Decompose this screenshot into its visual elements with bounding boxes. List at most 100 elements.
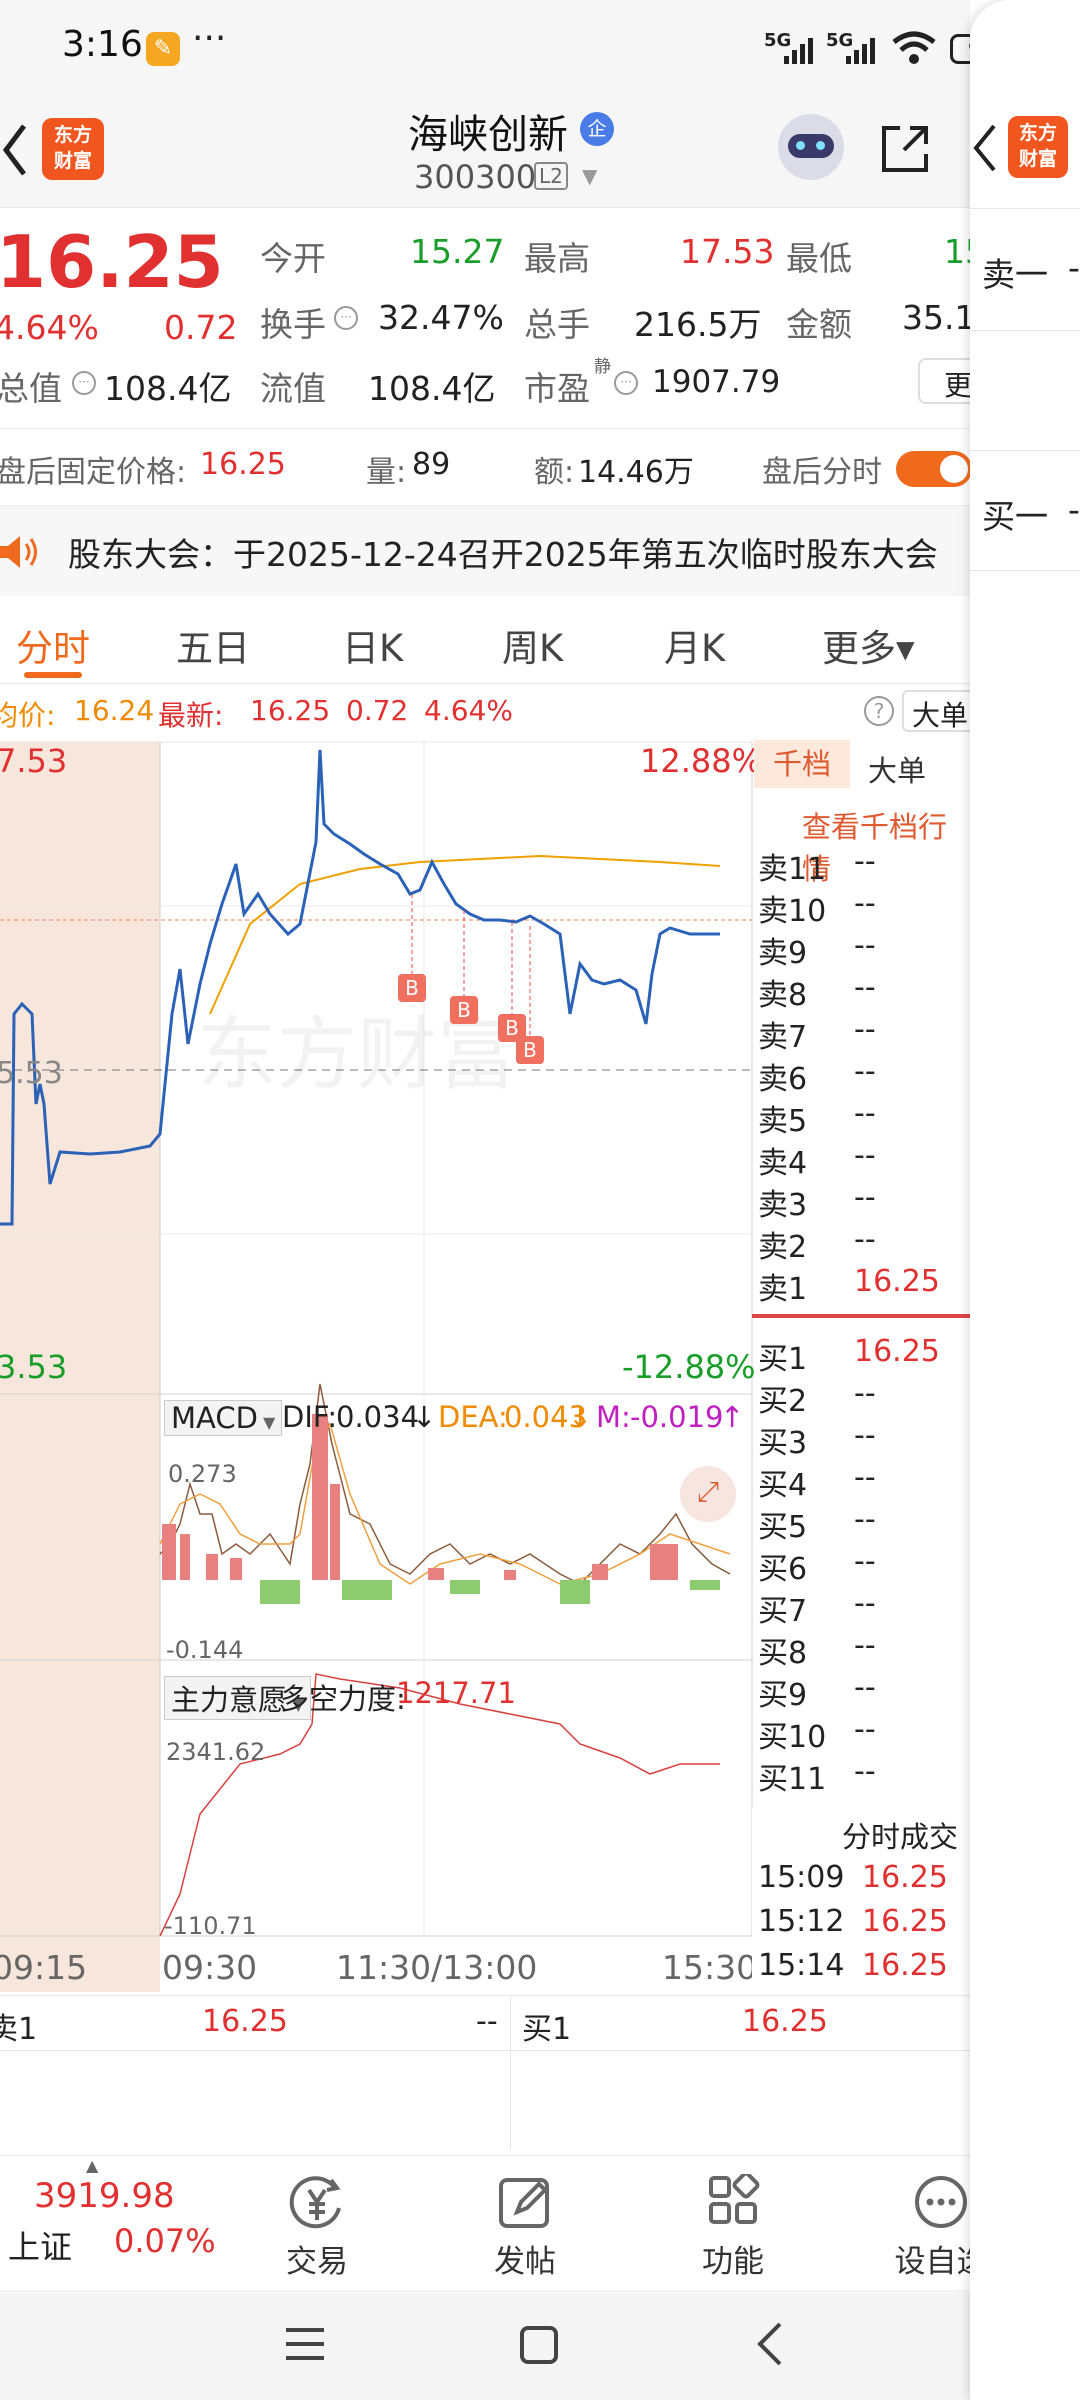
sell-row[interactable]: 卖5 -- [758,1096,968,1139]
tab-weekly-k[interactable]: 周K [502,618,563,672]
float-cap-value: 108.4亿 [368,369,496,408]
turnover-value: 32.47% [378,298,504,337]
high-value: 17.53 [680,232,775,271]
sell-row[interactable]: 卖9 -- [758,928,968,971]
back-icon[interactable] [0,120,30,180]
side-panel[interactable]: 东方 财富 卖一 - 买一 - [970,0,1080,2400]
nav-set-watchlist[interactable]: 设自选 [886,2174,970,2281]
app-logo[interactable]: 东方 财富 [42,118,104,180]
buy-label: 买7 [758,1594,808,1629]
expand-icon[interactable]: ⤢ [680,1466,736,1522]
back-nav-icon[interactable] [752,2320,786,2368]
buy-row[interactable]: 买9 -- [758,1670,968,1713]
buy-marker-2[interactable]: B [450,996,478,1024]
macd-selector[interactable]: MACD ▼ [164,1400,283,1436]
last-label: 最新: [158,699,224,732]
dif-arrow: ↓ [412,1400,437,1434]
buy-row[interactable]: 买10 -- [758,1712,968,1755]
level1-buy-label: 买1 [522,2012,572,2047]
tab-intraday[interactable]: 分时 [16,618,90,672]
m-arrow: ↑ [720,1400,745,1434]
buy-price: -- [854,1586,876,1621]
sell-row[interactable]: 卖3 -- [758,1180,968,1223]
buy-marker-1[interactable]: B [398,974,426,1002]
share-icon[interactable] [878,120,934,176]
flow-header: 主力意愿 ▼ 多空力度: 1217.71 [164,1676,754,1720]
buy-row[interactable]: 买8 -- [758,1628,968,1671]
level1-divider [510,1996,511,2150]
after-hours-bar: 盘后固定价格: 16.25 量: 89 额: 14.46万 盘后分时 [0,428,970,506]
sell-row[interactable]: 卖10 -- [758,886,968,929]
sell-row[interactable]: 卖11 -- [758,844,968,887]
after-chart-toggle[interactable] [896,451,970,487]
buy-row[interactable]: 买4 -- [758,1460,968,1503]
code-dropdown-icon[interactable]: ▼ [582,164,597,188]
sell-row[interactable]: 卖4 -- [758,1138,968,1181]
buy-label: 买3 [758,1426,808,1461]
robot-assistant-icon[interactable] [778,114,844,180]
side-sell1: 卖一 [982,255,1048,294]
tab-monthly-k[interactable]: 月K [664,618,725,672]
nav-post-label: 发帖 [494,2244,556,2280]
logo-text-1: 东方 [53,124,92,146]
buy-marker-4[interactable]: B [516,1036,544,1064]
buy-row[interactable]: 买3 -- [758,1418,968,1461]
sell-price: -- [854,1180,876,1215]
pe-info-icon[interactable]: ··· [614,371,638,395]
current-price: 16.25 [0,220,224,304]
buy-row[interactable]: 买5 -- [758,1502,968,1545]
home-icon[interactable] [518,2324,560,2366]
buy-price: -- [854,1460,876,1495]
sell-row[interactable]: 卖7 -- [758,1012,968,1055]
buy-row[interactable]: 买1 16.25 [758,1334,968,1377]
flow-min: -110.71 [164,1912,257,1940]
help-icon[interactable]: ? [864,696,894,726]
sell-row[interactable]: 卖2 -- [758,1222,968,1265]
index-pct: 0.07% [114,2222,216,2260]
tab-qian-dang[interactable]: 千档 [754,740,850,788]
menu-icon[interactable] [284,2324,326,2364]
sell-price: -- [854,844,876,879]
level1-row: 卖1 16.25 -- 买1 16.25 [0,1995,970,2150]
sell-row[interactable]: 卖6 -- [758,1054,968,1097]
index-ticker[interactable]: ▲ 3919.98 上证 0.07% [0,2156,216,2286]
after-volume: 89 [412,447,451,482]
market-cap-info-icon[interactable]: ··· [72,371,96,395]
side-buy1: 买一 [982,497,1048,536]
nav-post[interactable]: 发帖 [470,2174,580,2281]
chart-change: 0.72 [346,694,409,727]
tab-daily-k[interactable]: 日K [342,618,403,672]
nav-trade[interactable]: 交易 [262,2174,372,2281]
chart-bottom-pct: -12.88% [622,1348,756,1386]
sell-price: -- [854,886,876,921]
buy-price: -- [854,1670,876,1705]
buy-label: 买8 [758,1636,808,1671]
after-price-label: 盘后固定价格: [0,455,187,490]
high-label: 最高 [524,239,590,278]
amount-value: 35.1 [902,298,970,337]
side-back-icon[interactable] [970,122,1000,174]
buy-row[interactable]: 买2 -- [758,1376,968,1419]
tab-more[interactable]: 更多▾ [822,618,915,672]
sell-row[interactable]: 卖1 16.25 [758,1264,968,1307]
after-volume-label: 量: [366,455,407,490]
sell-row[interactable]: 卖8 -- [758,970,968,1013]
avg-value: 16.24 [74,694,155,727]
turnover-info-icon[interactable]: ··· [334,306,358,330]
nav-functions[interactable]: 功能 [678,2174,788,2281]
more-button[interactable]: 更 [918,358,970,404]
tab-five-day[interactable]: 五日 [176,618,250,672]
big-order-button[interactable]: 大单 [902,690,970,732]
buy-row[interactable]: 买7 -- [758,1586,968,1629]
buy-row[interactable]: 买12 [758,1796,968,1804]
buy-row[interactable]: 买11 -- [758,1754,968,1797]
tab-big-order[interactable]: 大单 [868,748,926,790]
sell-price: 16.25 [854,1264,940,1299]
trade-time-1: 15:09 [758,1860,845,1895]
bottom-nav: ▲ 3919.98 上证 0.07% 交易 发帖 功能 设自 [0,2155,970,2285]
status-bar: 3:16 ✎ ··· 5G 5G 99 [0,0,970,100]
time-1130: 11:30/13:00 [336,1948,538,1987]
notice-bar[interactable]: 股东大会：于2025-12-24召开2025年第五次临时股东大会 [0,506,970,596]
buy-row[interactable]: 买6 -- [758,1544,968,1587]
buy-price: -- [854,1628,876,1663]
